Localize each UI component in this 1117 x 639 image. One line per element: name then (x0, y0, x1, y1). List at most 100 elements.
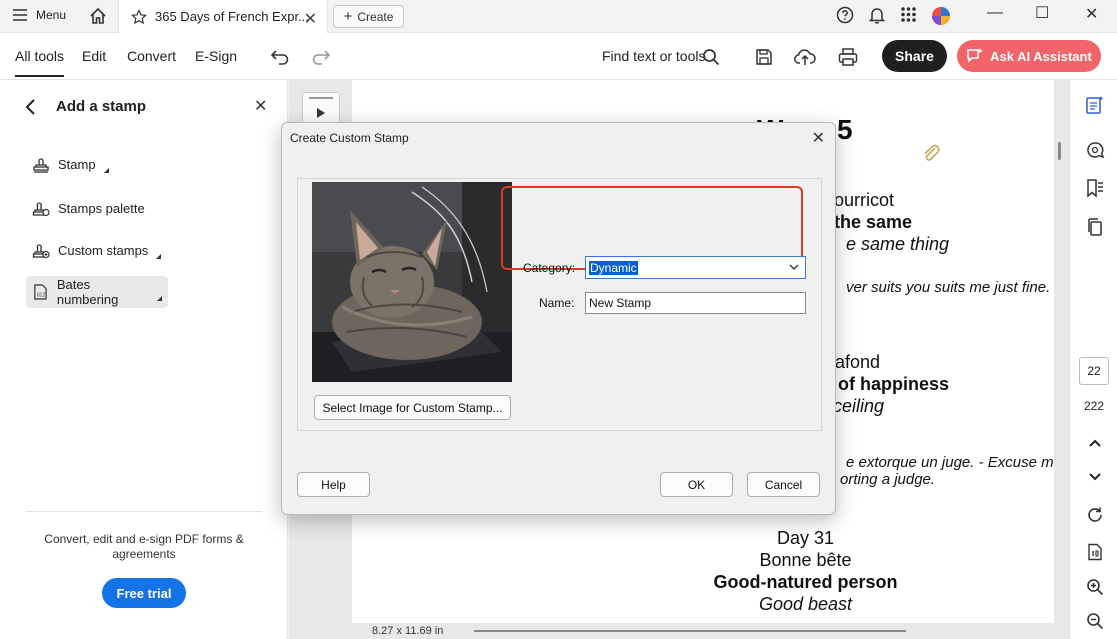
tab-all-tools[interactable]: All tools (15, 48, 65, 77)
submenu-indicator-icon (156, 253, 162, 259)
search-button[interactable] (699, 45, 723, 69)
stamp-name-input[interactable]: New Stamp (585, 292, 806, 314)
hamburger-icon (13, 9, 27, 21)
share-button[interactable]: Share (882, 40, 947, 72)
search-icon (703, 49, 720, 66)
ai-assistant-button[interactable]: Ask AI Assistant (957, 40, 1101, 72)
minimize-icon[interactable]: — (987, 4, 1003, 22)
star-icon[interactable] (131, 8, 147, 25)
current-page-input[interactable]: 22 (1079, 357, 1109, 385)
upload-button[interactable] (793, 45, 817, 69)
find-text-label[interactable]: Find text or tools (602, 48, 706, 64)
doc-line: Good beast (758, 594, 853, 614)
next-page-button[interactable] (1084, 466, 1106, 488)
menu-label: Menu (36, 8, 67, 22)
sidebar-item-custom-stamps[interactable]: Custom stamps (26, 234, 167, 266)
doc-line: s of happiness (823, 374, 950, 394)
sidebar-item-label: Bates numbering (56, 277, 119, 307)
chevron-down-icon (789, 264, 799, 270)
name-label: Name: (539, 296, 575, 310)
copy-pages-button[interactable] (1084, 216, 1106, 238)
vertical-scrollbar-thumb[interactable] (1058, 142, 1061, 160)
stamp-preview-image (312, 182, 512, 382)
panel-close-icon[interactable]: ✕ (254, 96, 267, 116)
print-button[interactable] (836, 45, 860, 69)
sidebar-item-label: Stamp (58, 156, 96, 172)
fit-page-button[interactable] (1084, 541, 1106, 563)
comments-button[interactable] (1084, 139, 1106, 161)
zoom-out-icon (1087, 613, 1104, 630)
copy-icon (1088, 218, 1102, 236)
bookmarks-button[interactable] (1084, 177, 1106, 199)
select-image-button[interactable]: Select Image for Custom Stamp... (314, 395, 511, 420)
tab-title: 365 Days of French Expr... (155, 9, 309, 24)
sidebar-item-stamp[interactable]: Stamp (26, 148, 115, 180)
undo-button[interactable] (268, 45, 292, 69)
tab-convert[interactable]: Convert (127, 48, 176, 64)
cancel-button[interactable]: Cancel (747, 472, 820, 497)
help-icon (836, 6, 854, 24)
maximize-icon[interactable]: ☐ (1035, 3, 1049, 23)
thumbnail-toggle[interactable] (302, 92, 340, 126)
zoom-in-button[interactable] (1084, 576, 1106, 598)
category-value: Dynamic (589, 260, 638, 275)
submenu-indicator-icon (103, 167, 109, 173)
avatar[interactable] (931, 6, 951, 26)
dialog-title: Create Custom Stamp (290, 131, 409, 145)
promo-text: Convert, edit and e-sign PDF forms & agr… (44, 532, 244, 561)
svg-text:012: 012 (37, 293, 46, 299)
ai-summary-button[interactable] (1084, 94, 1106, 116)
help-button[interactable] (836, 6, 854, 24)
save-button[interactable] (752, 45, 776, 69)
notifications-button[interactable] (868, 6, 886, 24)
print-icon (838, 48, 858, 66)
tab-edit[interactable]: Edit (82, 48, 106, 64)
previous-page-button[interactable] (1084, 432, 1106, 454)
category-label: Category: (523, 261, 576, 275)
avatar-icon (932, 7, 950, 25)
ok-button[interactable]: OK (660, 472, 733, 497)
menu-button[interactable]: Menu (12, 8, 66, 22)
bell-icon (868, 8, 886, 24)
chevron-up-icon (1089, 439, 1101, 447)
horizontal-scrollbar[interactable] (474, 630, 906, 632)
document-tab[interactable]: 365 Days of French Expr... ✕ (118, 0, 328, 33)
page-size-label: 8.27 x 11.69 in (372, 625, 444, 637)
sidebar-item-bates-numbering[interactable]: 012 Bates numbering (26, 276, 168, 308)
home-icon (90, 7, 106, 24)
redo-button[interactable] (309, 45, 333, 69)
ai-sparkle-icon (967, 48, 983, 63)
bates-numbering-icon: 012 (34, 284, 47, 300)
zoom-out-button[interactable] (1084, 610, 1106, 632)
tab-e-sign[interactable]: E-Sign (195, 48, 237, 64)
paperclip-icon[interactable] (920, 142, 942, 164)
total-pages: 222 (1083, 399, 1105, 413)
doc-line: the same (834, 212, 913, 232)
rotate-icon (1088, 507, 1102, 522)
apps-button[interactable] (900, 6, 917, 23)
create-custom-stamp-dialog: Create Custom Stamp ✕ Select Image for C… (281, 122, 836, 515)
dialog-close-icon[interactable]: ✕ (812, 128, 825, 148)
save-icon (756, 49, 772, 65)
back-button[interactable] (24, 98, 38, 119)
rotate-button[interactable] (1084, 504, 1106, 526)
home-button[interactable] (88, 6, 108, 26)
bookmark-icon (1087, 179, 1103, 198)
redo-icon (312, 50, 331, 65)
doc-line: ver suits you suits me just fine. (846, 279, 1051, 296)
cloud-upload-icon (794, 49, 816, 65)
create-button[interactable]: + Create (333, 5, 404, 28)
window-close-icon[interactable]: ✕ (1085, 4, 1098, 24)
panel-title: Add a stamp (56, 98, 147, 115)
create-label: Create (357, 9, 394, 24)
help-button[interactable]: Help (297, 472, 370, 497)
zoom-in-icon (1087, 579, 1104, 596)
play-icon (317, 108, 325, 118)
custom-stamps-icon (32, 244, 50, 259)
thumbnail-bar (309, 97, 333, 99)
category-select[interactable]: Dynamic (585, 256, 806, 279)
sidebar-item-stamps-palette[interactable]: Stamps palette (26, 192, 151, 224)
doc-line: Day 31 (776, 528, 835, 548)
tab-close-icon[interactable]: ✕ (304, 9, 317, 29)
free-trial-button[interactable]: Free trial (102, 578, 186, 608)
